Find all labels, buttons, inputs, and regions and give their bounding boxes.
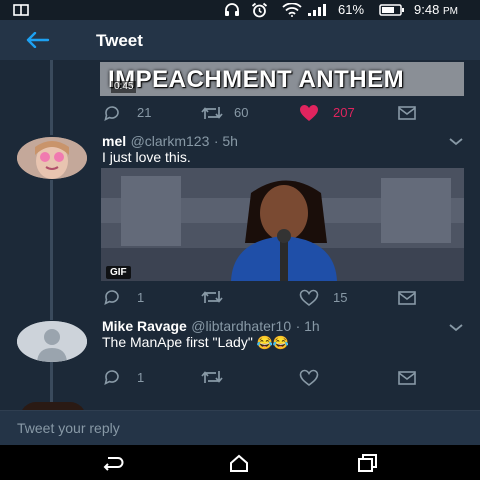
wifi-icon — [282, 3, 302, 17]
status-bar: 61% 9:48 PM — [0, 0, 480, 20]
like-count: 207 — [333, 105, 355, 120]
heart-filled-icon[interactable] — [299, 104, 319, 122]
reply-input[interactable]: Tweet your reply — [17, 420, 120, 436]
display-name[interactable]: mel — [102, 133, 126, 149]
username[interactable]: @clarkm123 — [131, 133, 210, 149]
page-title: Tweet — [96, 31, 143, 50]
reply-count: 1 — [137, 290, 145, 305]
reply-count: 21 — [137, 105, 152, 120]
tweet-text: The ManApe first "Lady" 😂😂 — [102, 334, 289, 351]
reply-icon[interactable] — [103, 105, 121, 121]
share-icon[interactable] — [398, 291, 416, 305]
retweet-icon[interactable] — [201, 105, 223, 121]
clock: 9:48 PM — [414, 2, 458, 20]
thread-line-middle — [50, 180, 53, 320]
tweet-text: I just love this. — [102, 149, 191, 165]
media-caption: IMPEACHMENT ANTHEM — [108, 66, 405, 93]
heart-icon[interactable] — [299, 369, 319, 387]
clock-ampm: PM — [442, 6, 458, 17]
tweet-time: · 5h — [213, 133, 238, 149]
display-name[interactable]: Mike Ravage — [102, 318, 187, 334]
chevron-down-icon[interactable] — [449, 138, 463, 146]
recents-nav-icon[interactable] — [357, 454, 377, 472]
notification-icon — [13, 4, 29, 16]
media-duration: 0:45 — [111, 81, 137, 93]
reply-icon[interactable] — [103, 369, 121, 385]
like-count: 15 — [333, 290, 348, 305]
gif-media[interactable] — [101, 168, 464, 281]
thread-line-top — [50, 60, 53, 135]
clock-time: 9:48 — [414, 2, 440, 17]
battery-icon — [379, 4, 405, 16]
laughing-emoji: 😂😂 — [256, 335, 290, 350]
chevron-down-icon[interactable] — [449, 324, 463, 332]
signal-icon — [308, 4, 330, 16]
retweet-icon[interactable] — [201, 369, 223, 385]
alarm-icon — [251, 2, 268, 18]
gif-badge: GIF — [106, 266, 131, 279]
app-bar — [0, 20, 480, 60]
share-icon[interactable] — [398, 106, 416, 120]
previous-tweet-media[interactable]: IMPEACHMENT ANTHEM — [100, 62, 464, 96]
system-nav-bar — [0, 445, 480, 480]
back-arrow-icon[interactable] — [26, 32, 50, 48]
battery-percent: 61% — [338, 2, 365, 17]
avatar[interactable] — [17, 137, 87, 179]
retweet-count: 60 — [234, 105, 249, 120]
tweet-text-body: The ManApe first "Lady" — [102, 334, 253, 350]
heart-icon[interactable] — [299, 289, 319, 307]
tweet-time: · 1h — [295, 318, 320, 334]
reply-count: 1 — [137, 370, 145, 385]
retweet-icon[interactable] — [201, 289, 223, 305]
home-nav-icon[interactable] — [229, 454, 249, 472]
reply-icon[interactable] — [103, 289, 121, 305]
share-icon[interactable] — [398, 371, 416, 385]
username[interactable]: @libtardhater10 — [191, 318, 291, 334]
headphones-icon — [224, 2, 240, 17]
avatar[interactable] — [17, 321, 87, 362]
back-nav-icon[interactable] — [102, 455, 124, 471]
